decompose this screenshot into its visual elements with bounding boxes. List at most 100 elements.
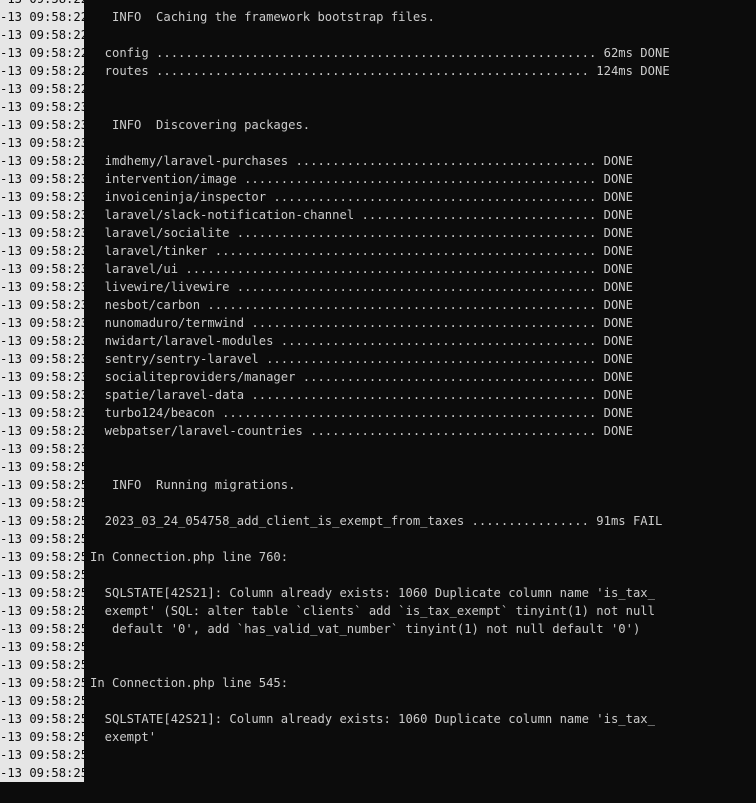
log-timestamp: -13 09:58:25 xyxy=(0,746,84,764)
log-timestamp: -13 09:58:22 xyxy=(0,26,84,44)
log-line: -13 09:58:25 INFO Running migrations. xyxy=(0,476,756,494)
log-line: -13 09:58:23 livewire/livewire .........… xyxy=(0,278,756,296)
log-text: config .................................… xyxy=(90,46,670,60)
log-timestamp: -13 09:58:25 xyxy=(0,548,84,566)
log-timestamp: -13 09:58:23 xyxy=(0,170,84,188)
log-line: -13 09:58:25 2023_03_24_054758_add_clien… xyxy=(0,512,756,530)
log-line: -13 09:58:25 xyxy=(0,530,756,548)
log-line: -13 09:58:23 invoiceninja/inspector ....… xyxy=(0,188,756,206)
log-timestamp: -13 09:58:23 xyxy=(0,350,84,368)
log-timestamp: -13 09:58:25 xyxy=(0,530,84,548)
log-line: -13 09:58:25 exempt' (SQL: alter table `… xyxy=(0,602,756,620)
log-timestamp: -13 09:58:25 xyxy=(0,602,84,620)
log-text: INFO Discovering packages. xyxy=(90,118,311,132)
log-text: In Connection.php line 760: xyxy=(90,550,289,564)
log-timestamp: -13 09:58:23 xyxy=(0,440,84,458)
log-line: -13 09:58:23 laravel/tinker ............… xyxy=(0,242,756,260)
log-line: -13 09:58:23 nwidart/laravel-modules ...… xyxy=(0,332,756,350)
log-timestamp: -13 09:58:25 xyxy=(0,476,84,494)
log-timestamp: -13 09:58:22 xyxy=(0,8,84,26)
log-timestamp: -13 09:58:23 xyxy=(0,98,84,116)
log-line: -13 09:58:25 SQLSTATE[42S21]: Column alr… xyxy=(0,710,756,728)
log-line: -13 09:58:23 spatie/laravel-data .......… xyxy=(0,386,756,404)
log-line: -13 09:58:23 INFO Discovering packages. xyxy=(0,116,756,134)
log-timestamp: -13 09:58:23 xyxy=(0,278,84,296)
log-text: intervention/image .....................… xyxy=(90,172,633,186)
log-text: webpatser/laravel-countries ............… xyxy=(90,424,633,438)
log-line: -13 09:58:23 turbo124/beacon ...........… xyxy=(0,404,756,422)
log-line: -13 09:58:23 nesbot/carbon .............… xyxy=(0,296,756,314)
log-line: -13 09:58:23 sentry/sentry-laravel .....… xyxy=(0,350,756,368)
log-text: laravel/slack-notification-channel .....… xyxy=(90,208,633,222)
log-line: -13 09:58:22 xyxy=(0,0,756,8)
log-text: In Connection.php line 545: xyxy=(90,676,289,690)
log-text: default '0', add `has_valid_vat_number` … xyxy=(90,622,641,636)
log-line: -13 09:58:23 nunomaduro/termwind .......… xyxy=(0,314,756,332)
log-text: exempt' xyxy=(90,730,157,744)
log-line: -13 09:58:25 In Connection.php line 760: xyxy=(0,548,756,566)
log-text: turbo124/beacon ........................… xyxy=(90,406,633,420)
log-line: -13 09:58:23 laravel/socialite .........… xyxy=(0,224,756,242)
log-timestamp: -13 09:58:22 xyxy=(0,44,84,62)
log-text: 2023_03_24_054758_add_client_is_exempt_f… xyxy=(90,514,663,528)
log-timestamp: -13 09:58:23 xyxy=(0,404,84,422)
log-timestamp: -13 09:58:25 xyxy=(0,620,84,638)
log-timestamp: -13 09:58:23 xyxy=(0,188,84,206)
log-timestamp: -13 09:58:25 xyxy=(0,728,84,746)
log-text: routes .................................… xyxy=(90,64,670,78)
log-line: -13 09:58:23 xyxy=(0,98,756,116)
log-timestamp: -13 09:58:23 xyxy=(0,386,84,404)
log-timestamp: -13 09:58:23 xyxy=(0,116,84,134)
log-line: -13 09:58:23 webpatser/laravel-countries… xyxy=(0,422,756,440)
log-text: imdhemy/laravel-purchases ..............… xyxy=(90,154,633,168)
log-timestamp: -13 09:58:25 xyxy=(0,638,84,656)
log-line: -13 09:58:25 xyxy=(0,692,756,710)
log-text: nesbot/carbon ..........................… xyxy=(90,298,633,312)
log-text: SQLSTATE[42S21]: Column already exists: … xyxy=(90,712,655,726)
log-line: -13 09:58:22 INFO Caching the framework … xyxy=(0,8,756,26)
log-line: -13 09:58:23 socialiteproviders/manager … xyxy=(0,368,756,386)
log-timestamp: -13 09:58:23 xyxy=(0,368,84,386)
log-timestamp: -13 09:58:23 xyxy=(0,296,84,314)
log-line: -13 09:58:23 imdhemy/laravel-purchases .… xyxy=(0,152,756,170)
log-timestamp: -13 09:58:25 xyxy=(0,674,84,692)
log-timestamp: -13 09:58:23 xyxy=(0,152,84,170)
log-text: INFO Running migrations. xyxy=(90,478,296,492)
log-timestamp: -13 09:58:23 xyxy=(0,332,84,350)
log-text: SQLSTATE[42S21]: Column already exists: … xyxy=(90,586,655,600)
log-timestamp: -13 09:58:23 xyxy=(0,314,84,332)
log-line: -13 09:58:22 routes ....................… xyxy=(0,62,756,80)
log-line: -13 09:58:25 xyxy=(0,566,756,584)
log-text: laravel/ui .............................… xyxy=(90,262,633,276)
log-line: -13 09:58:23 laravel/slack-notification-… xyxy=(0,206,756,224)
log-line: -13 09:58:25 xyxy=(0,764,756,782)
log-timestamp: -13 09:58:25 xyxy=(0,566,84,584)
log-line: -13 09:58:25 xyxy=(0,656,756,674)
log-text: livewire/livewire ......................… xyxy=(90,280,633,294)
log-timestamp: -13 09:58:25 xyxy=(0,764,84,782)
log-text: spatie/laravel-data ....................… xyxy=(90,388,633,402)
log-timestamp: -13 09:58:25 xyxy=(0,494,84,512)
log-timestamp: -13 09:58:25 xyxy=(0,512,84,530)
log-timestamp: -13 09:58:25 xyxy=(0,458,84,476)
log-text: laravel/socialite ......................… xyxy=(90,226,633,240)
log-timestamp: -13 09:58:23 xyxy=(0,422,84,440)
log-line: -13 09:58:22 config ....................… xyxy=(0,44,756,62)
log-timestamp: -13 09:58:25 xyxy=(0,584,84,602)
log-line: -13 09:58:23 laravel/ui ................… xyxy=(0,260,756,278)
log-text: sentry/sentry-laravel ..................… xyxy=(90,352,633,366)
log-timestamp: -13 09:58:25 xyxy=(0,710,84,728)
log-timestamp: -13 09:58:25 xyxy=(0,692,84,710)
log-timestamp: -13 09:58:23 xyxy=(0,206,84,224)
